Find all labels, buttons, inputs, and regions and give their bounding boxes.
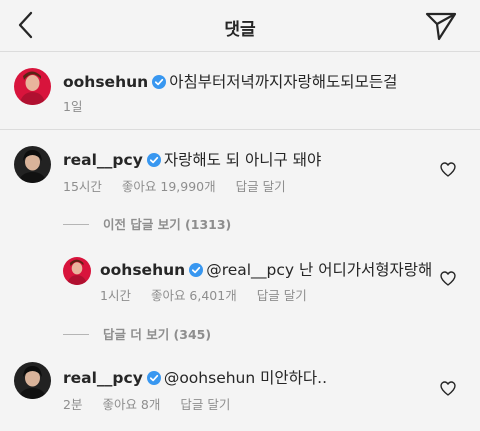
verified-icon: [146, 371, 161, 385]
reply-button[interactable]: 답글 달기: [180, 397, 230, 412]
verified-icon: [146, 153, 161, 167]
comment-username[interactable]: real__pcy: [63, 151, 143, 169]
divider: [63, 334, 89, 335]
view-previous-replies[interactable]: 이전 답글 보기 (1313): [63, 214, 231, 233]
avatar[interactable]: [14, 68, 51, 105]
comment-time: 2분: [63, 397, 83, 412]
comment-text: 자랑해도 되 아니구 돼야: [163, 151, 322, 169]
reply-button[interactable]: 답글 달기: [257, 288, 307, 303]
header: 댓글: [0, 0, 480, 52]
divider: [63, 224, 89, 225]
avatar[interactable]: [63, 257, 91, 285]
comment-text: @real__pcy 난 어디가서형자랑해: [206, 261, 433, 279]
heart-icon[interactable]: [440, 381, 456, 396]
heart-icon[interactable]: [440, 271, 456, 286]
verified-icon: [152, 75, 167, 89]
caption-text: 아침부터저녁까지자랑해도되모든걸: [169, 73, 398, 91]
send-icon[interactable]: [424, 10, 458, 42]
verified-icon: [189, 263, 204, 277]
caption-username[interactable]: oohsehun: [63, 73, 148, 91]
avatar[interactable]: [14, 362, 51, 399]
comment-time: 15시간: [63, 179, 102, 194]
comment-time: 1시간: [100, 288, 131, 303]
heart-icon[interactable]: [440, 162, 456, 177]
comment-likes[interactable]: 좋아요 19,990개: [122, 179, 216, 194]
comment-likes[interactable]: 좋아요 6,401개: [151, 288, 237, 303]
comment-likes[interactable]: 좋아요 8개: [102, 397, 160, 412]
caption: oohsehun 아침부터저녁까지자랑해도되모든걸 1일: [0, 52, 480, 130]
comment-username[interactable]: oohsehun: [100, 261, 185, 279]
avatar[interactable]: [14, 146, 51, 183]
comment-text: @oohsehun 미안하다..: [163, 369, 328, 387]
page-title: 댓글: [224, 20, 256, 40]
comment-username[interactable]: real__pcy: [63, 369, 143, 387]
reply-button[interactable]: 답글 달기: [236, 179, 286, 194]
view-more-replies[interactable]: 답글 더 보기 (345): [63, 324, 211, 343]
caption-time: 1일: [63, 99, 83, 114]
